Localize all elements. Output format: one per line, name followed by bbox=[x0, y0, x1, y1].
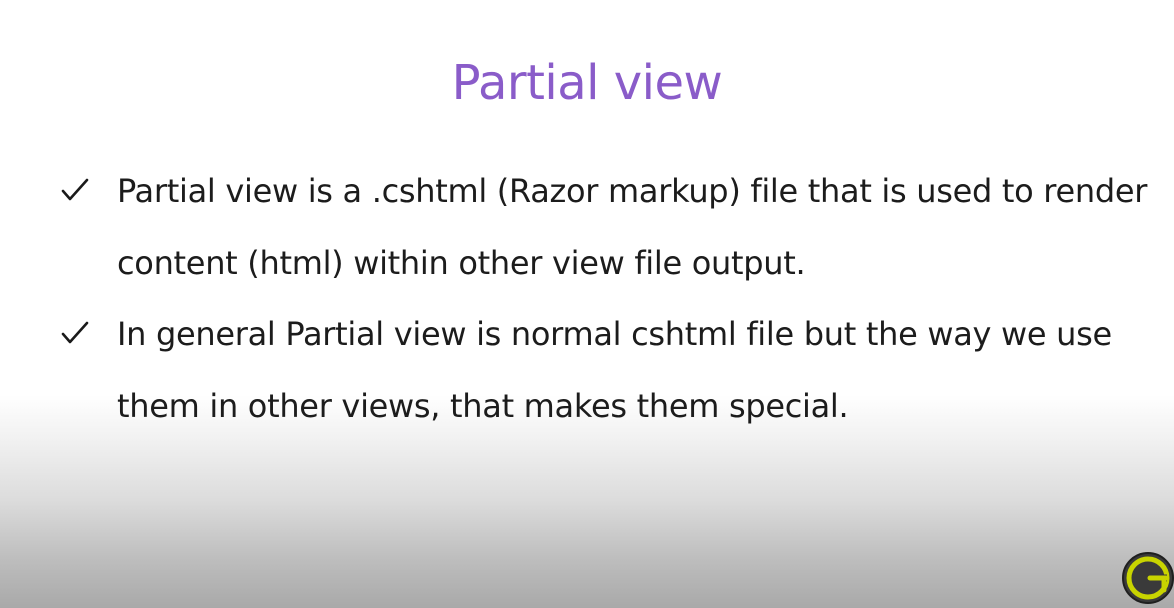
bullet-line: Partial view is a .cshtml (Razor markup)… bbox=[117, 172, 1148, 210]
slide: Partial view Partial view is a .cshtml (… bbox=[0, 0, 1174, 608]
bullet-text: Partial view is a .cshtml (Razor markup)… bbox=[117, 155, 1167, 299]
bullet-text: In general Partial view is normal cshtml… bbox=[117, 298, 1167, 442]
g-logo-icon bbox=[1122, 552, 1174, 604]
bullet-line: In general Partial view is normal cshtml… bbox=[117, 315, 1112, 353]
bullet-line: content (html) within other view file ou… bbox=[117, 244, 806, 282]
checkmark-icon bbox=[61, 178, 89, 201]
slide-title: Partial view bbox=[451, 55, 723, 111]
bullet-line: them in other views, that makes them spe… bbox=[117, 387, 849, 425]
checkmark-icon bbox=[61, 321, 89, 344]
